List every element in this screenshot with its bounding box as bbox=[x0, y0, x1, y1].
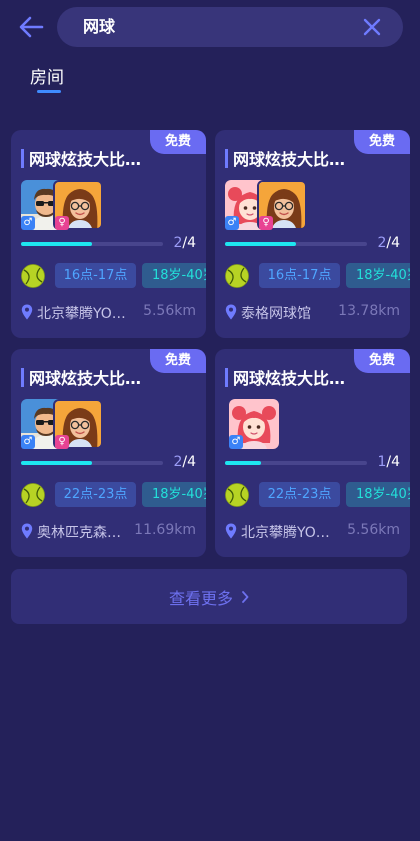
participant-avatars: ♂ ♀ bbox=[21, 399, 141, 449]
location-pin-icon bbox=[21, 304, 33, 320]
title-accent bbox=[225, 149, 228, 168]
capacity-progress-bar bbox=[21, 242, 163, 246]
venue-name: 奥林匹克森… bbox=[37, 525, 121, 541]
total-count: 4 bbox=[391, 454, 400, 470]
total-count: 4 bbox=[391, 235, 400, 251]
room-card[interactable]: 免费网球炫技大比… ♂ 1/4 22点-23点18岁-40岁北京攀腾YO… 5.56km bbox=[215, 349, 410, 557]
tab-active-indicator bbox=[37, 90, 61, 93]
title-accent bbox=[21, 149, 24, 168]
venue-name: 北京攀腾YO… bbox=[37, 306, 126, 322]
room-title: 网球炫技大比… bbox=[233, 150, 346, 169]
close-icon bbox=[363, 18, 381, 36]
male-icon: ♂ bbox=[21, 216, 35, 230]
view-more-label: 查看更多 bbox=[168, 588, 233, 608]
location-pin-icon bbox=[21, 523, 33, 539]
age-chip: 18岁-40岁 bbox=[142, 482, 206, 507]
distance: 11.69km bbox=[134, 522, 196, 538]
tennis-ball-icon bbox=[225, 483, 249, 507]
female-icon: ♀ bbox=[55, 435, 69, 449]
arrow-left-icon bbox=[19, 16, 44, 38]
distance: 13.78km bbox=[338, 303, 400, 319]
room-title: 网球炫技大比… bbox=[29, 150, 142, 169]
time-chip: 22点-23点 bbox=[55, 482, 136, 507]
location-pin-icon bbox=[225, 304, 237, 320]
capacity-progress-fill bbox=[21, 461, 92, 465]
capacity-progress-fill bbox=[225, 242, 296, 246]
participant-count: 2/4 bbox=[173, 235, 196, 251]
total-count: 4 bbox=[187, 235, 196, 251]
capacity-progress-bar bbox=[225, 461, 367, 465]
room-card[interactable]: 免费网球炫技大比…♂♀2/416点-17点18岁-40岁北京攀腾YO…5.56k… bbox=[11, 130, 206, 338]
header: 网球 bbox=[0, 0, 420, 56]
distance: 5.56km bbox=[143, 303, 196, 319]
title-accent bbox=[21, 368, 24, 387]
time-chip: 22点-23点 bbox=[259, 482, 340, 507]
tennis-ball-icon bbox=[21, 483, 45, 507]
capacity-progress-fill bbox=[21, 242, 92, 246]
time-chip: 16点-17点 bbox=[259, 263, 340, 288]
clear-search-button[interactable] bbox=[361, 16, 383, 38]
view-more-button[interactable]: 查看更多 bbox=[11, 569, 407, 624]
participant-avatars: ♂ ♀ bbox=[21, 180, 141, 230]
room-title: 网球炫技大比… bbox=[233, 369, 346, 388]
tennis-ball-icon bbox=[21, 264, 45, 288]
female-icon: ♀ bbox=[55, 216, 69, 230]
chevron-right-icon bbox=[242, 590, 249, 603]
location-pin-icon bbox=[225, 523, 237, 539]
participant-avatars: ♂ bbox=[225, 399, 345, 449]
tennis-ball-icon bbox=[225, 264, 249, 288]
room-card[interactable]: 免费网球炫技大比…♂♀2/416点-17点18岁-40岁泰格网球馆13.78km bbox=[215, 130, 410, 338]
distance: 5.56km bbox=[347, 522, 400, 538]
male-icon: ♂ bbox=[21, 435, 35, 449]
capacity-progress-bar bbox=[225, 242, 367, 246]
female-icon: ♀ bbox=[259, 216, 273, 230]
capacity-progress-bar bbox=[21, 461, 163, 465]
free-badge: 免费 bbox=[150, 130, 206, 154]
participant-count: 2/4 bbox=[377, 235, 400, 251]
venue-name: 泰格网球馆 bbox=[241, 306, 311, 322]
capacity-progress-fill bbox=[225, 461, 261, 465]
free-badge: 免费 bbox=[354, 349, 410, 373]
total-count: 4 bbox=[187, 454, 196, 470]
title-accent bbox=[225, 368, 228, 387]
age-chip: 18岁-40岁 bbox=[346, 263, 410, 288]
time-chip: 16点-17点 bbox=[55, 263, 136, 288]
participant-avatars: ♂ ♀ bbox=[225, 180, 345, 230]
male-icon: ♂ bbox=[225, 216, 239, 230]
search-query[interactable]: 网球 bbox=[83, 7, 115, 47]
male-icon: ♂ bbox=[229, 435, 243, 449]
age-chip: 18岁-40岁 bbox=[142, 263, 206, 288]
room-title: 网球炫技大比… bbox=[29, 369, 142, 388]
tab-rooms[interactable]: 房间 bbox=[30, 63, 64, 88]
age-chip: 18岁-40岁 bbox=[346, 482, 410, 507]
participant-count: 1/4 bbox=[377, 454, 400, 470]
search-input[interactable]: 网球 bbox=[57, 7, 403, 47]
room-card[interactable]: 免费网球炫技大比…♂♀2/422点-23点18岁-40岁奥林匹克森…11.69k… bbox=[11, 349, 206, 557]
venue-name: 北京攀腾YO… bbox=[241, 525, 330, 541]
participant-count: 2/4 bbox=[173, 454, 196, 470]
back-button[interactable] bbox=[14, 10, 48, 44]
free-badge: 免费 bbox=[354, 130, 410, 154]
free-badge: 免费 bbox=[150, 349, 206, 373]
